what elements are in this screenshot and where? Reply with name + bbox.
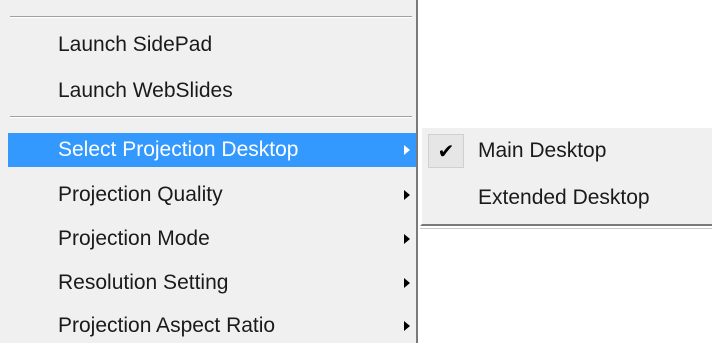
menu-item-label: Projection Quality — [58, 183, 223, 206]
chevron-right-icon — [404, 234, 410, 244]
menu-item-projection-mode[interactable]: Projection Mode — [8, 222, 416, 256]
menu-item-launch-sidepad[interactable]: Launch SidePad — [8, 28, 416, 62]
menu-item-label: Resolution Setting — [58, 271, 229, 294]
menu-item-label: Projection Aspect Ratio — [58, 314, 276, 337]
menu-separator-top — [10, 16, 412, 18]
projection-desktop-submenu: ✔ Main Desktop Extended Desktop — [420, 128, 712, 226]
checkmark-icon: ✔ — [428, 134, 464, 168]
menu-item-label: Launch SidePad — [58, 33, 213, 56]
menu-item-label: Launch WebSlides — [58, 79, 233, 102]
screen: Launch SidePad Launch WebSlides Select P… — [0, 0, 712, 343]
submenu-item-label: Extended Desktop — [478, 186, 650, 209]
background-window-divider — [420, 228, 712, 229]
menu-item-label: Select Projection Desktop — [58, 138, 299, 161]
menu-item-projection-aspect-ratio[interactable]: Projection Aspect Ratio — [8, 309, 416, 343]
chevron-right-icon — [404, 321, 410, 331]
submenu-item-extended-desktop[interactable]: Extended Desktop — [428, 181, 712, 215]
menu-item-label: Projection Mode — [58, 227, 210, 250]
submenu-item-main-desktop[interactable]: ✔ Main Desktop — [428, 134, 712, 168]
chevron-right-icon — [404, 190, 410, 200]
menu-separator-middle — [10, 116, 412, 118]
menu-item-launch-webslides[interactable]: Launch WebSlides — [8, 74, 416, 108]
chevron-right-icon — [404, 145, 410, 155]
submenu-item-label: Main Desktop — [478, 139, 607, 162]
menu-item-resolution-setting[interactable]: Resolution Setting — [8, 266, 416, 300]
menu-item-select-projection-desktop[interactable]: Select Projection Desktop — [8, 133, 416, 167]
context-menu: Launch SidePad Launch WebSlides Select P… — [0, 0, 418, 343]
menu-item-projection-quality[interactable]: Projection Quality — [8, 178, 416, 212]
chevron-right-icon — [404, 278, 410, 288]
